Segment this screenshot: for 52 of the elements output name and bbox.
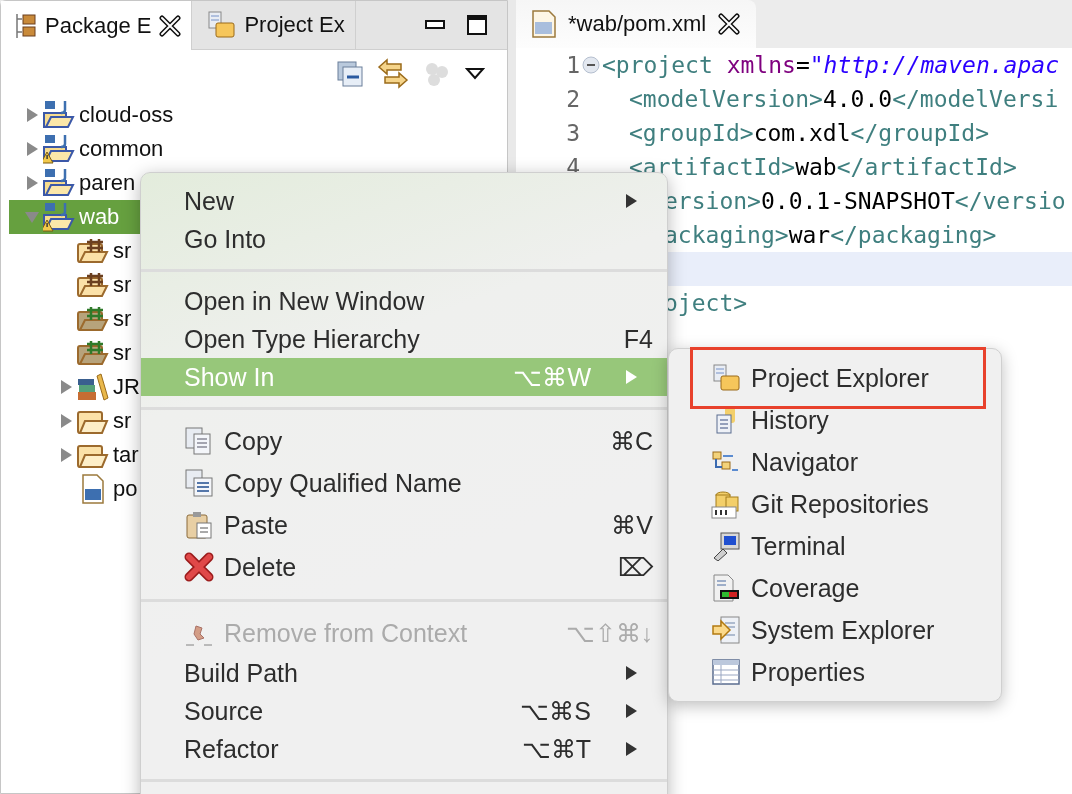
- menu-item-label: Project Explorer: [751, 363, 930, 393]
- line-number: 1: [566, 52, 580, 78]
- code-line: <artifactId>wab</artifactId>: [629, 154, 1017, 180]
- line-number: 3: [566, 120, 580, 146]
- menu-item-label: Source: [184, 696, 265, 726]
- menu-item-label: Build Path: [184, 658, 299, 688]
- menu-item-label: Refactor: [184, 734, 280, 764]
- shortcut-label: F4: [623, 324, 653, 354]
- tree-item-label: sr: [113, 306, 132, 332]
- shortcut-label: ⌥⌘S: [520, 696, 591, 726]
- code-line: <project xmlns="http://maven.apac: [602, 52, 1059, 78]
- menu-item-label: Show In: [184, 362, 276, 392]
- menu-item-label: Properties: [751, 657, 866, 687]
- tab-label: Project Ex: [244, 12, 345, 38]
- tree-item-label: sr: [113, 272, 132, 298]
- menu-item-label: Open in New Window: [184, 286, 426, 316]
- tree-item-label: po: [113, 476, 138, 502]
- menu-item-label: Go Into: [184, 224, 267, 254]
- menu-item-label: Navigator: [751, 447, 859, 477]
- menu-item-label: History: [751, 405, 830, 435]
- tree-item-label: JR: [113, 374, 140, 400]
- tab-label: *wab/pom.xml: [568, 11, 707, 37]
- tree-item-label: common: [79, 136, 164, 162]
- menu-item-label: Coverage: [751, 573, 861, 603]
- menu-item-label: Git Repositories: [751, 489, 930, 519]
- menu-item-label: System Explorer: [751, 615, 936, 645]
- menu-item-label: Paste: [224, 510, 289, 540]
- menu-item-label: Copy Qualified Name: [224, 468, 463, 498]
- code-line: ackaging>war</packaging>: [664, 222, 997, 248]
- shortcut-label: ⌘V: [611, 510, 653, 540]
- menu-item-label: Copy: [224, 426, 284, 456]
- line-number: 2: [566, 86, 580, 112]
- shortcut-label: ⌘C: [609, 426, 653, 456]
- code-line: <modelVersion>4.0.0</modelVersi: [629, 86, 1059, 112]
- menu-item-label: Remove from Context: [224, 618, 469, 648]
- tree-item-label: wab: [79, 204, 120, 230]
- shortcut-label: ⌦: [618, 552, 653, 582]
- menu-item-label: Open Type Hierarchy: [184, 324, 421, 354]
- tree-item-label: cloud-oss: [79, 102, 174, 128]
- tab-label: Package E: [45, 12, 152, 39]
- shortcut-label: ⌥⌘W: [513, 362, 591, 392]
- menu-item-label: Terminal: [751, 531, 847, 561]
- tree-item-label: paren: [79, 170, 136, 196]
- shortcut-label: ⌥⌘T: [521, 734, 591, 764]
- tree-item-label: sr: [113, 340, 132, 366]
- tree-item-label: sr: [113, 408, 132, 434]
- menu-item-label: Delete: [224, 552, 298, 582]
- menu-item-label: New: [184, 186, 235, 216]
- code-line: <groupId>com.xdl</groupId>: [629, 120, 990, 146]
- shortcut-label: ⌥⇧⌘↓: [565, 618, 653, 648]
- tree-item-label: sr: [113, 238, 132, 264]
- tree-item-label: tar: [113, 442, 139, 468]
